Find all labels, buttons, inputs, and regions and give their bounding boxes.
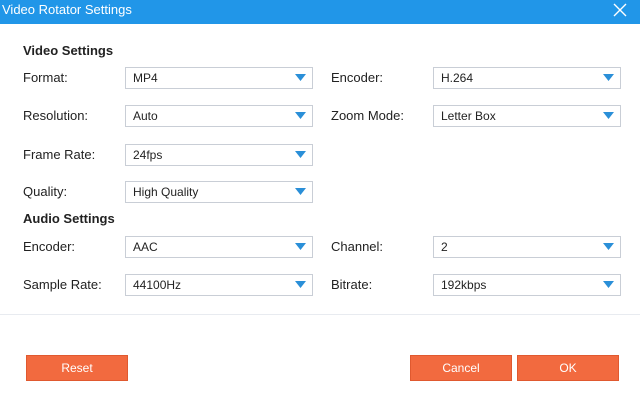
sample-rate-label: Sample Rate: [23, 277, 102, 292]
audio-encoder-value: AAC [133, 240, 158, 254]
reset-button[interactable]: Reset [26, 355, 128, 381]
bitrate-select[interactable]: 192kbps [433, 274, 621, 296]
settings-dialog: Video Rotator Settings Video Settings Fo… [0, 0, 640, 400]
zoom-mode-value: Letter Box [441, 109, 496, 123]
chevron-down-icon [603, 112, 614, 119]
format-value: MP4 [133, 71, 158, 85]
channel-label: Channel: [331, 239, 384, 254]
chevron-down-icon [295, 188, 306, 195]
resolution-value: Auto [133, 109, 158, 123]
window-title: Video Rotator Settings [2, 2, 132, 17]
quality-label: Quality: [23, 184, 68, 199]
bitrate-label: Bitrate: [331, 277, 373, 292]
footer-divider [0, 314, 640, 315]
chevron-down-icon [603, 74, 614, 81]
chevron-down-icon [295, 74, 306, 81]
video-encoder-value: H.264 [441, 71, 474, 85]
frame-rate-value: 24fps [133, 148, 163, 162]
chevron-down-icon [295, 151, 306, 158]
format-select[interactable]: MP4 [125, 67, 313, 89]
audio-settings-heading: Audio Settings [23, 211, 115, 226]
audio-encoder-label: Encoder: [23, 239, 76, 254]
channel-value: 2 [441, 240, 448, 254]
audio-encoder-select[interactable]: AAC [125, 236, 313, 258]
chevron-down-icon [603, 281, 614, 288]
chevron-down-icon [295, 281, 306, 288]
channel-select[interactable]: 2 [433, 236, 621, 258]
title-bar: Video Rotator Settings [0, 0, 640, 24]
frame-rate-label: Frame Rate: [23, 147, 96, 162]
format-label: Format: [23, 70, 68, 85]
cancel-button[interactable]: Cancel [410, 355, 512, 381]
resolution-select[interactable]: Auto [125, 105, 313, 127]
frame-rate-select[interactable]: 24fps [125, 144, 313, 166]
close-icon[interactable] [612, 2, 628, 18]
video-settings-heading: Video Settings [23, 43, 114, 58]
chevron-down-icon [295, 112, 306, 119]
quality-value: High Quality [133, 185, 199, 199]
resolution-label: Resolution: [23, 108, 89, 123]
ok-button[interactable]: OK [517, 355, 619, 381]
chevron-down-icon [603, 243, 614, 250]
bitrate-value: 192kbps [441, 278, 487, 292]
video-encoder-select[interactable]: H.264 [433, 67, 621, 89]
sample-rate-select[interactable]: 44100Hz [125, 274, 313, 296]
video-encoder-label: Encoder: [331, 70, 384, 85]
sample-rate-value: 44100Hz [133, 278, 182, 292]
zoom-mode-select[interactable]: Letter Box [433, 105, 621, 127]
quality-select[interactable]: High Quality [125, 181, 313, 203]
chevron-down-icon [295, 243, 306, 250]
zoom-mode-label: Zoom Mode: [331, 108, 404, 123]
